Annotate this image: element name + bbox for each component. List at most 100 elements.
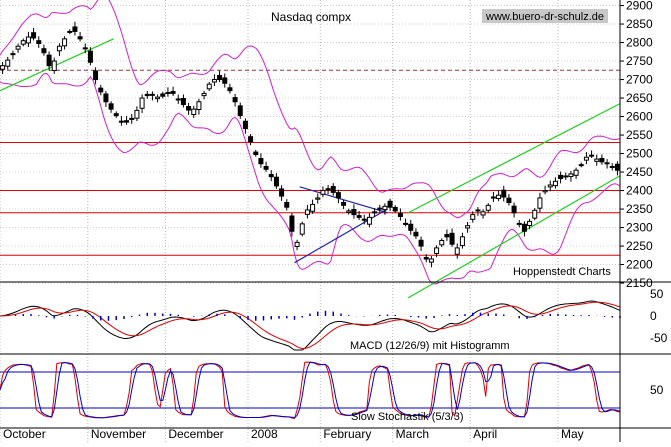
stoch-d-line (0, 361, 621, 419)
candle-body (392, 206, 398, 212)
candle-body (41, 48, 47, 54)
candle-body (341, 201, 347, 206)
candle-body (439, 240, 445, 246)
candle-body (0, 65, 6, 70)
candle-body (82, 47, 88, 50)
candle-body (356, 215, 362, 218)
lower-band (0, 72, 621, 285)
month-label: October (3, 427, 46, 441)
candle-body (578, 164, 584, 167)
candle-body (191, 108, 197, 115)
trendline-uptrend-lower (407, 175, 621, 299)
candle-body (532, 209, 538, 219)
candle-body (496, 194, 502, 200)
candle-body (335, 192, 341, 199)
candle-body (139, 97, 145, 109)
candle-body (351, 208, 357, 216)
candle-body (253, 151, 259, 155)
price-tick-label: 2650 (626, 91, 653, 105)
macd-tick-label: 50 (650, 287, 664, 301)
candle-body (428, 258, 434, 263)
price-tick-label: 2350 (626, 202, 653, 216)
candle-body (56, 45, 62, 52)
chart-area: October November December 2008 February March… (0, 0, 671, 442)
candle-body (284, 201, 290, 208)
price-tick-label: 2450 (626, 165, 653, 179)
candle-body (289, 215, 295, 232)
candle-body (413, 231, 419, 237)
month-label: November (91, 427, 146, 441)
candle-body (211, 79, 217, 83)
candle-body (217, 74, 223, 81)
stoch-label: Slow Stochastik (5/3/3) (351, 411, 464, 423)
candle-body (263, 166, 269, 170)
candle-body (124, 120, 130, 123)
watermark: www.buero-dr-schulz.de (485, 11, 604, 23)
candle-body (604, 162, 610, 165)
candle-body (98, 87, 104, 93)
candle-body (568, 173, 574, 178)
candle-body (315, 197, 321, 200)
candle-body (490, 196, 496, 199)
candle-body (501, 189, 507, 198)
macd-signal-line (0, 301, 621, 349)
candle-body (330, 185, 336, 193)
candle-body (403, 222, 409, 225)
candle-body (67, 30, 73, 33)
candle-body (361, 218, 367, 221)
candle-body (511, 205, 517, 214)
chart-title: Nasdaq compx (271, 10, 351, 24)
price-tick-label: 2250 (626, 239, 653, 253)
month-label: December (168, 427, 223, 441)
candle-body (387, 200, 393, 208)
candle-body (563, 175, 569, 178)
candle-body (62, 38, 68, 47)
candle-body (465, 225, 471, 229)
candle-body (227, 87, 233, 92)
month-label: April (473, 427, 497, 441)
candle-body (552, 180, 558, 187)
candle-body (93, 70, 99, 81)
candle-body (36, 40, 42, 44)
trendline-triangle-bottom (294, 208, 388, 264)
candle-body (573, 169, 579, 176)
price-tick-label: 2750 (626, 54, 653, 68)
candle-body (258, 158, 264, 165)
candle-body (299, 223, 305, 235)
candle-body (268, 173, 274, 178)
candle-body (470, 214, 476, 220)
candle-body (175, 98, 181, 101)
candle-body (273, 176, 279, 187)
candle-body (516, 222, 522, 225)
candle-body (304, 209, 310, 215)
candle-body (377, 207, 383, 210)
candle-body (5, 59, 11, 67)
candle-body (10, 53, 16, 56)
candle-body (248, 136, 254, 143)
candle-body (118, 120, 124, 123)
price-tick-label: 2300 (626, 221, 653, 235)
candle-body (20, 40, 26, 45)
candle-body (279, 188, 285, 197)
candle-body (77, 36, 83, 40)
month-label: 2008 (251, 427, 278, 441)
candle-body (31, 32, 37, 39)
candle-body (444, 234, 450, 238)
candle-body (72, 26, 78, 32)
macd-label: MACD (12/26/9) mit Histogramm (350, 340, 510, 352)
candle-body (46, 54, 52, 67)
candle-body (242, 120, 248, 130)
candle-body (454, 247, 460, 255)
candle-body (418, 239, 424, 247)
candle-body (423, 257, 429, 260)
candle-body (196, 101, 202, 111)
price-tick-label: 2150 (626, 276, 653, 290)
candle-body (527, 220, 533, 227)
candle-body (201, 92, 207, 97)
candle-body (475, 209, 481, 212)
candle-body (160, 93, 166, 97)
candle-body (485, 204, 491, 211)
candle-body (320, 190, 326, 195)
candle-body (103, 93, 109, 103)
candle-body (155, 96, 161, 100)
